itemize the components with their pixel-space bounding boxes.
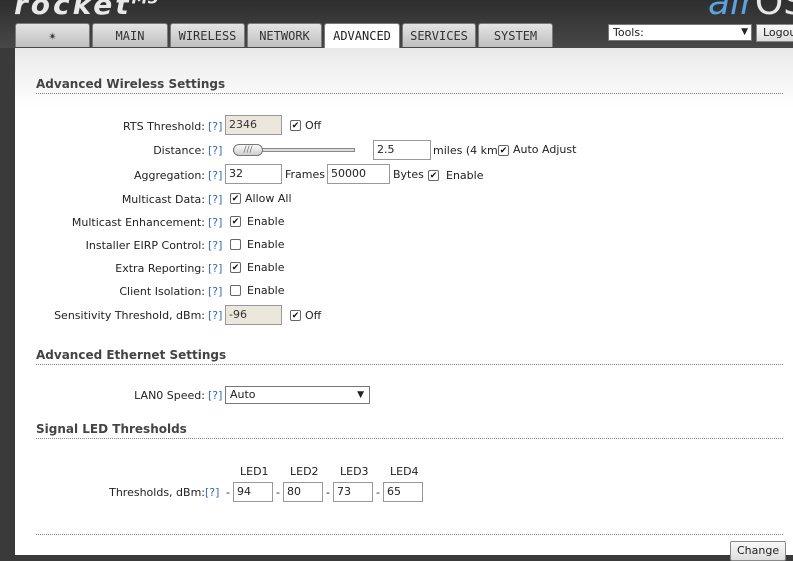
- installer-eirp-label: Installer EIRP Control:: [85, 239, 205, 252]
- installer-eirp-checkbox[interactable]: [230, 239, 241, 250]
- main-tabs: ✴ MAIN WIRELESS NETWORK ADVANCED SERVICE…: [15, 23, 555, 48]
- footer-divider: [36, 534, 783, 535]
- lan0-help-link[interactable]: [?]: [208, 389, 222, 402]
- frames-label: Frames: [285, 168, 326, 181]
- content-panel: Advanced Wireless Settings RTS Threshold…: [15, 48, 793, 561]
- logout-button[interactable]: Logout: [756, 24, 793, 42]
- tab-services[interactable]: SERVICES: [402, 23, 476, 47]
- led3-input[interactable]: 73: [333, 482, 373, 502]
- extra-reporting-help-link[interactable]: [?]: [208, 262, 222, 275]
- multicast-data-label: Multicast Data:: [121, 193, 205, 206]
- section-advanced-ethernet: Advanced Ethernet Settings: [36, 348, 783, 365]
- section-advanced-wireless: Advanced Wireless Settings: [36, 77, 783, 94]
- led3-header: LED3: [340, 465, 369, 478]
- installer-eirp-enable-label: Enable: [247, 238, 285, 251]
- bytes-label: Bytes: [393, 168, 424, 181]
- aggregation-label: Aggregation:: [133, 169, 205, 182]
- tab-advanced[interactable]: ADVANCED: [324, 23, 400, 48]
- chevron-down-icon: ▼: [357, 390, 364, 400]
- tools-select[interactable]: Tools: ▼: [608, 24, 752, 41]
- client-isolation-label: Client Isolation:: [119, 285, 205, 298]
- led1-header: LED1: [240, 465, 269, 478]
- aggregation-enable-label: Enable: [446, 169, 484, 182]
- rts-threshold-input[interactable]: 2346: [225, 115, 282, 135]
- rts-off-label: Off: [305, 119, 322, 132]
- aggregation-frames-input[interactable]: 32: [225, 164, 282, 184]
- airos-logo: airOS: [708, 0, 793, 23]
- multicast-data-help-link[interactable]: [?]: [208, 193, 222, 206]
- extra-reporting-enable-label: Enable: [247, 261, 285, 274]
- installer-eirp-help-link[interactable]: [?]: [208, 239, 222, 252]
- multicast-enhancement-help-link[interactable]: [?]: [208, 216, 222, 229]
- led4-input[interactable]: 65: [383, 482, 423, 502]
- multicast-enhancement-label: Multicast Enhancement:: [71, 216, 205, 229]
- extra-reporting-label: Extra Reporting:: [115, 262, 205, 275]
- distance-unit: miles (4 km): [433, 144, 502, 157]
- rts-help-link[interactable]: [?]: [208, 120, 222, 133]
- section-signal-led: Signal LED Thresholds: [36, 422, 783, 439]
- brand-logo: rocketM5: [14, 0, 159, 21]
- ubnt-logo-icon: ✴: [48, 27, 57, 44]
- auto-adjust-checkbox[interactable]: [498, 145, 509, 156]
- sensitivity-threshold-label: Sensitivity Threshold, dBm:: [54, 309, 205, 322]
- chevron-down-icon: ▼: [741, 27, 748, 37]
- allow-all-label: Allow All: [245, 192, 292, 205]
- multicast-enhancement-checkbox[interactable]: [230, 216, 241, 227]
- client-isolation-checkbox[interactable]: [230, 285, 241, 296]
- rts-threshold-label: RTS Threshold:: [123, 120, 205, 133]
- sensitivity-off-label: Off: [305, 309, 322, 322]
- aggregation-enable-checkbox[interactable]: [428, 170, 439, 181]
- extra-reporting-checkbox[interactable]: [230, 262, 241, 273]
- distance-label: Distance:: [153, 144, 205, 157]
- distance-slider-handle[interactable]: ///: [233, 144, 263, 156]
- led-help-link[interactable]: [?]: [205, 486, 219, 499]
- tab-system[interactable]: SYSTEM: [478, 23, 553, 47]
- led-thresholds-label: Thresholds, dBm:: [109, 486, 205, 499]
- client-isolation-enable-label: Enable: [247, 284, 285, 297]
- top-bar: rocketM5 airOS ✴ MAIN WIRELESS NETWORK A…: [0, 0, 793, 48]
- change-button[interactable]: Change: [730, 541, 787, 561]
- lan0-speed-select[interactable]: Auto ▼: [225, 386, 370, 404]
- led2-header: LED2: [290, 465, 319, 478]
- led1-input[interactable]: 94: [233, 482, 273, 502]
- multicast-enhancement-enable-label: Enable: [247, 215, 285, 228]
- sensitivity-off-checkbox[interactable]: [290, 310, 301, 321]
- lan0-speed-label: LAN0 Speed:: [134, 389, 205, 402]
- distance-input[interactable]: 2.5: [373, 140, 431, 160]
- multicast-data-checkbox[interactable]: [230, 193, 241, 204]
- auto-adjust-label: Auto Adjust: [513, 143, 577, 156]
- distance-help-link[interactable]: [?]: [208, 144, 222, 157]
- tab-wireless[interactable]: WIRELESS: [170, 23, 245, 47]
- tab-ubnt-logo[interactable]: ✴: [15, 23, 90, 47]
- aggregation-help-link[interactable]: [?]: [208, 169, 222, 182]
- sensitivity-help-link[interactable]: [?]: [208, 309, 222, 322]
- tab-network[interactable]: NETWORK: [247, 23, 322, 47]
- led4-header: LED4: [390, 465, 419, 478]
- sensitivity-threshold-input[interactable]: -96: [225, 305, 282, 325]
- led2-input[interactable]: 80: [283, 482, 323, 502]
- aggregation-bytes-input[interactable]: 50000: [327, 164, 390, 184]
- rts-off-checkbox[interactable]: [290, 120, 301, 131]
- tab-main[interactable]: MAIN: [92, 23, 168, 47]
- client-isolation-help-link[interactable]: [?]: [208, 285, 222, 298]
